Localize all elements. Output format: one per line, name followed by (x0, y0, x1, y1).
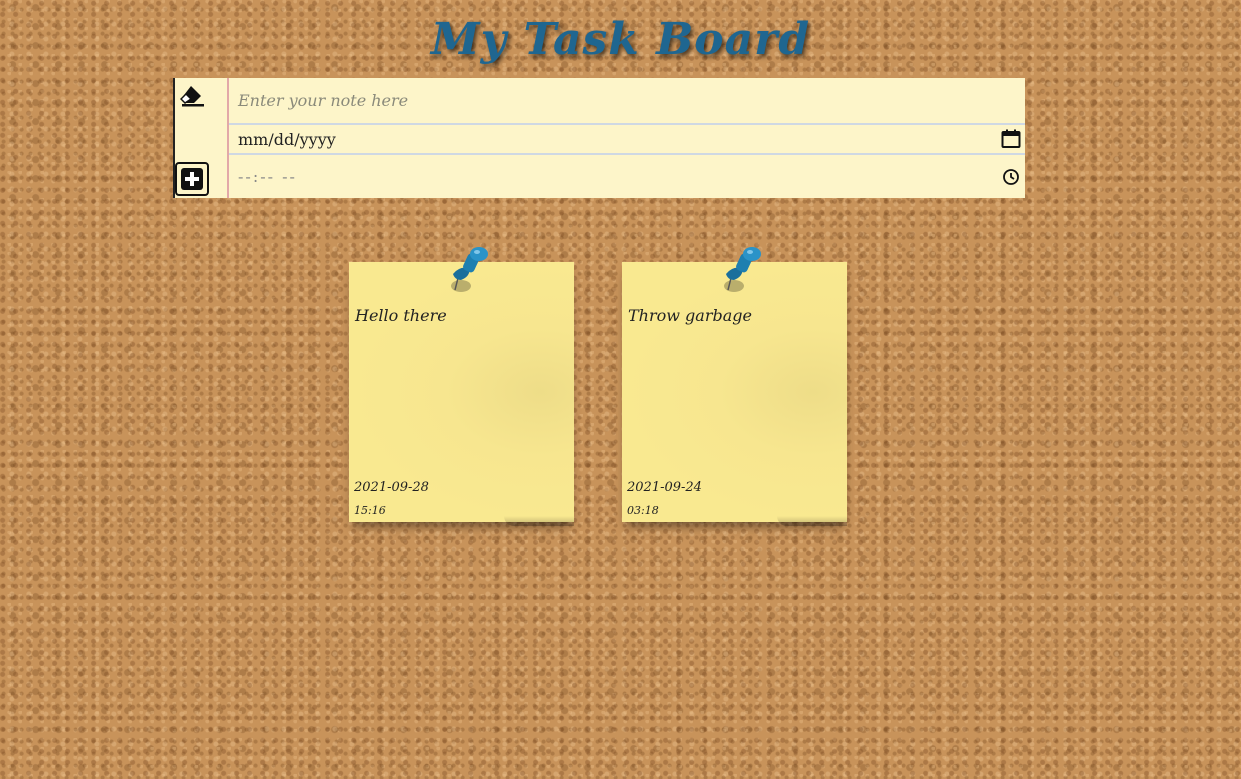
note-time: 15:16 (354, 504, 386, 517)
date-input-value: mm/dd/yyyy (238, 129, 336, 149)
date-input[interactable]: mm/dd/yyyy (229, 125, 1025, 155)
page-title: My Task Board (430, 14, 811, 65)
clock-icon[interactable] (1001, 167, 1021, 187)
note-text: Hello there (355, 306, 447, 325)
note-input[interactable]: Enter your note here (229, 78, 1025, 125)
add-note-button[interactable] (175, 162, 209, 196)
note-date: 2021-09-28 (354, 480, 429, 495)
eraser-icon[interactable] (179, 84, 206, 108)
task-form: Enter your note here mm/dd/yyyy --:-- -- (173, 78, 1025, 198)
plus-icon (181, 168, 203, 190)
sticky-note[interactable]: Hello there 2021-09-28 15:16 (349, 247, 574, 526)
time-input[interactable]: --:-- -- (229, 155, 1025, 198)
note-date: 2021-09-24 (627, 480, 702, 495)
time-input-value: --:-- -- (238, 167, 297, 186)
note-input-placeholder: Enter your note here (238, 91, 409, 110)
sticky-note[interactable]: Throw garbage 2021-09-24 03:18 (622, 247, 847, 526)
pushpin-icon (718, 244, 766, 300)
note-text: Throw garbage (628, 306, 752, 325)
pushpin-icon (445, 244, 493, 300)
calendar-icon[interactable] (1001, 129, 1021, 149)
note-time: 03:18 (627, 504, 659, 517)
